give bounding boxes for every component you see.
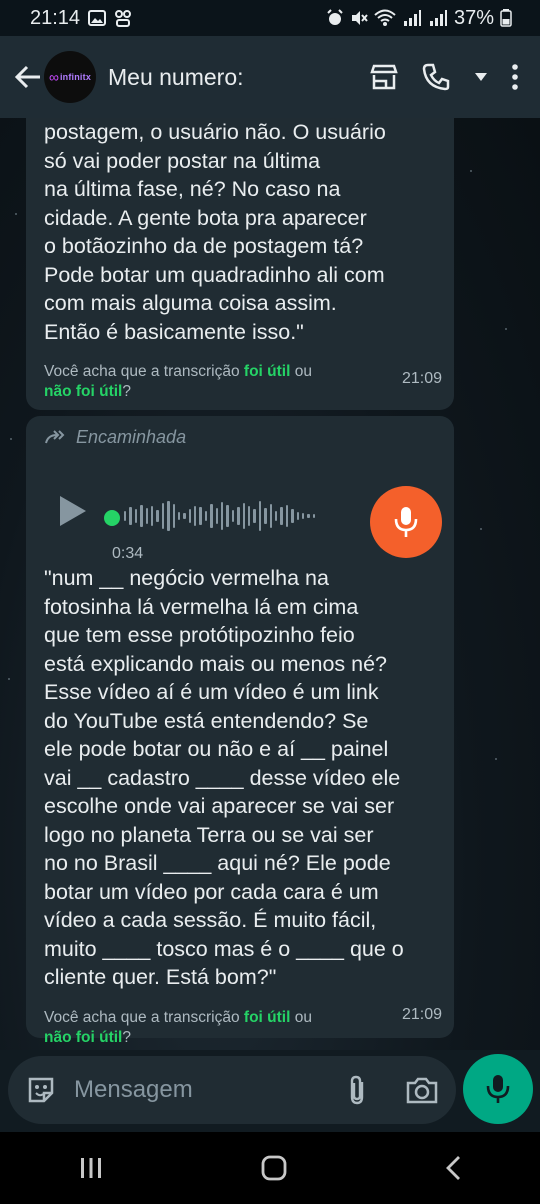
link-notification-icon — [115, 10, 132, 27]
waveform-bar — [274, 511, 278, 521]
waveform-bar — [129, 507, 132, 525]
waveform-bar — [301, 513, 305, 519]
camera-icon[interactable] — [406, 1076, 438, 1104]
audio-progress-handle[interactable] — [104, 510, 120, 526]
back-button[interactable] — [8, 57, 48, 97]
message-time: 21:09 — [401, 370, 442, 387]
waveform-bar — [226, 505, 229, 527]
audio-player: 0:34 — [44, 450, 442, 562]
waveform-bar — [264, 508, 267, 524]
system-navigation-bar — [0, 1132, 540, 1204]
waveform-bar — [124, 511, 127, 521]
waveform-bar — [172, 504, 175, 528]
waveform-bar — [140, 505, 143, 527]
transcription-text: "num __ negócio vermelha na fotosinha lá… — [44, 566, 404, 989]
helpful-link[interactable]: foi útil — [244, 363, 291, 380]
waveform-bar — [285, 505, 289, 527]
waveform-bar — [296, 512, 299, 520]
battery-percent: 37% — [453, 6, 494, 29]
waveform-bar — [145, 508, 148, 524]
waveform-bar — [247, 506, 251, 526]
sticker-emoji-icon[interactable] — [26, 1075, 56, 1105]
feedback-question: Você acha que a transcrição — [44, 1008, 244, 1026]
phone-call-icon[interactable] — [422, 63, 450, 91]
feedback-suffix: ? — [122, 383, 131, 400]
waveform-bar — [177, 512, 181, 520]
helpful-link[interactable]: foi útil — [244, 1009, 291, 1026]
recent-apps-icon[interactable] — [79, 1157, 103, 1179]
caret-down-icon[interactable] — [474, 72, 488, 82]
waveform-bar — [269, 504, 272, 528]
microphone-icon — [486, 1075, 510, 1103]
not-helpful-link[interactable]: não foi útil — [44, 383, 122, 400]
infinity-logo-icon: ∞ — [48, 69, 59, 85]
message-bubble[interactable]: postagem, o usuário não. O usuário só va… — [26, 118, 454, 410]
transcription-text: postagem, o usuário não. O usuário só va… — [44, 120, 386, 344]
waveform-bar — [150, 506, 154, 526]
play-button[interactable] — [58, 494, 88, 528]
attach-paperclip-icon[interactable] — [346, 1074, 368, 1106]
waveform-bar — [253, 509, 256, 523]
back-nav-icon[interactable] — [445, 1155, 461, 1181]
storefront-icon[interactable] — [370, 64, 398, 90]
status-bar: 21:14 37% — [0, 0, 540, 36]
waveform-bar — [280, 507, 283, 525]
record-voice-button[interactable] — [463, 1054, 533, 1124]
mute-icon — [351, 11, 368, 25]
arrow-left-icon — [14, 65, 40, 89]
voice-message-avatar — [370, 486, 442, 558]
battery-icon — [500, 9, 512, 27]
not-helpful-link[interactable]: não foi útil — [44, 1029, 122, 1046]
waveform-bar — [210, 504, 213, 528]
message-composer: Mensagem — [0, 1050, 540, 1132]
message-bubble[interactable]: Encaminhada 0:34 "num __ negócio vermelh… — [26, 416, 454, 1046]
chat-header: ∞ infinitx Meu numero: — [0, 36, 540, 118]
waveform-bar — [161, 503, 165, 529]
feedback-or: ou — [290, 363, 312, 380]
forwarded-label: Encaminhada — [44, 424, 436, 450]
signal-icon-2 — [429, 10, 447, 26]
transcription-feedback: Você acha que a transcrição foi útil ou n… — [44, 1008, 436, 1048]
message-input[interactable]: Mensagem — [8, 1056, 456, 1124]
waveform-bar — [183, 513, 186, 519]
home-icon[interactable] — [261, 1155, 287, 1181]
chat-area[interactable]: postagem, o usuário não. O usuário só va… — [0, 118, 540, 1050]
audio-waveform[interactable] — [124, 498, 316, 534]
waveform-bar — [231, 510, 235, 522]
waveform-bar — [237, 507, 240, 525]
waveform-bar — [199, 507, 202, 525]
waveform-bar — [204, 511, 208, 521]
waveform-bar — [188, 509, 192, 523]
message-placeholder: Mensagem — [74, 1076, 193, 1103]
avatar-logo-text: infinitx — [59, 72, 92, 82]
avatar[interactable]: ∞ infinitx — [44, 51, 96, 103]
waveform-bar — [134, 509, 138, 523]
waveform-bar — [156, 510, 159, 522]
alarm-icon — [327, 9, 343, 25]
waveform-bar — [307, 514, 310, 518]
waveform-bar — [258, 501, 262, 531]
transcription-feedback: Você acha que a transcrição foi útil ou n… — [44, 362, 436, 402]
message-time: 21:09 — [401, 1006, 442, 1023]
gallery-notification-icon — [88, 10, 107, 26]
forward-icon — [45, 430, 65, 444]
feedback-question: Você acha que a transcrição — [44, 363, 244, 380]
waveform-bar — [291, 509, 294, 523]
microphone-icon — [394, 507, 418, 537]
waveform-bar — [312, 514, 316, 518]
wifi-icon — [374, 9, 396, 26]
waveform-bar — [221, 502, 224, 530]
more-options-icon[interactable] — [512, 64, 518, 90]
forwarded-text: Encaminhada — [76, 426, 187, 447]
signal-icon-1 — [403, 10, 421, 26]
waveform-bar — [194, 506, 197, 526]
feedback-suffix: ? — [122, 1028, 131, 1046]
contact-name[interactable]: Meu numero: — [108, 64, 370, 91]
status-time: 21:14 — [30, 6, 81, 29]
waveform-bar — [215, 508, 219, 524]
waveform-bar — [242, 503, 245, 529]
feedback-or: ou — [290, 1008, 312, 1026]
waveform-bar — [167, 501, 170, 531]
audio-duration: 0:34 — [112, 545, 144, 562]
